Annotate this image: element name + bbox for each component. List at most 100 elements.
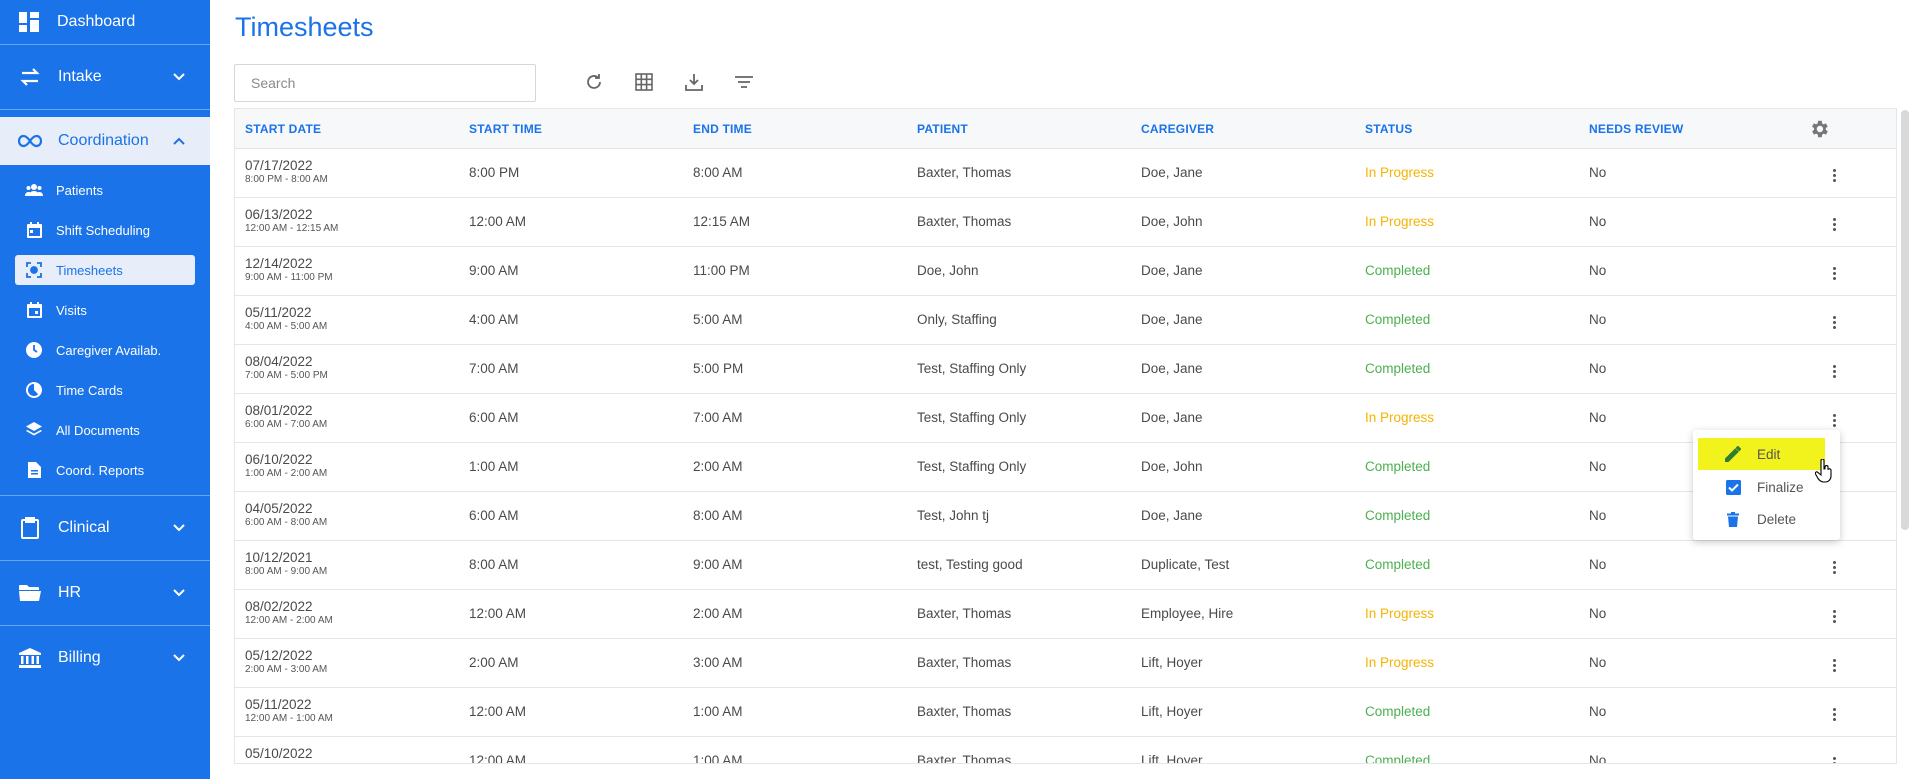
cell-caregiver: Doe, Jane xyxy=(1141,508,1203,523)
cell-caregiver: Lift, Hoyer xyxy=(1141,655,1203,670)
cell-start-date: 08/01/2022 6:00 AM - 7:00 AM xyxy=(245,403,327,430)
column-header-patient[interactable]: PATIENT xyxy=(917,122,968,136)
column-header-start-time[interactable]: START TIME xyxy=(469,122,542,136)
cell-status: Completed xyxy=(1365,263,1431,278)
more-options-icon[interactable] xyxy=(1826,655,1842,675)
cell-status: In Progress xyxy=(1365,606,1435,621)
sidebar-item-shift-scheduling[interactable]: Shift Scheduling xyxy=(15,215,195,245)
cell-patient: Baxter, Thomas xyxy=(917,753,1012,764)
cell-end-time: 1:00 AM xyxy=(693,704,743,719)
table-row[interactable]: 05/11/2022 12:00 AM - 1:00 AM 12:00 AM 1:00… xyxy=(235,688,1896,737)
start-date: 04/05/2022 xyxy=(245,501,313,516)
table-row[interactable]: 04/05/2022 6:00 AM - 8:00 AM 6:00 AM 8:00 A… xyxy=(235,492,1896,541)
trash-icon xyxy=(1723,509,1743,529)
table-row[interactable]: 06/10/2022 1:00 AM - 2:00 AM 1:00 AM 2:00 A… xyxy=(235,443,1896,492)
table-row[interactable]: 08/01/2022 6:00 AM - 7:00 AM 6:00 AM 7:00 A… xyxy=(235,394,1896,443)
more-options-icon[interactable] xyxy=(1826,753,1842,763)
more-options-icon[interactable] xyxy=(1826,557,1842,577)
more-options-icon[interactable] xyxy=(1826,410,1842,430)
table-row[interactable]: 07/17/2022 8:00 PM - 8:00 AM 8:00 PM 8:00 A… xyxy=(235,149,1896,198)
cell-start-time: 6:00 AM xyxy=(469,410,519,425)
column-header-end-time[interactable]: END TIME xyxy=(693,122,752,136)
cell-start-time: 12:00 AM xyxy=(469,606,527,621)
cell-end-time: 3:00 AM xyxy=(693,655,743,670)
sidebar-item-label: Shift Scheduling xyxy=(56,222,150,238)
nav-coordination[interactable]: Coordination xyxy=(0,117,210,165)
cell-start-time: 8:00 PM xyxy=(469,165,520,180)
column-header-caregiver[interactable]: CAREGIVER xyxy=(1141,122,1214,136)
divider xyxy=(0,109,210,110)
more-options-icon[interactable] xyxy=(1826,263,1842,283)
cell-caregiver: Lift, Hoyer xyxy=(1141,753,1203,764)
cell-caregiver: Doe, Jane xyxy=(1141,263,1203,278)
calendar-icon xyxy=(25,221,43,239)
sidebar-item-caregiver-availability[interactable]: Caregiver Availab. xyxy=(15,335,195,365)
start-date: 05/12/2022 xyxy=(245,648,313,663)
pencil-icon xyxy=(1723,444,1743,464)
more-options-icon[interactable] xyxy=(1826,704,1842,724)
menu-item-delete[interactable]: Delete xyxy=(1693,503,1840,535)
cell-patient: Test, John tj xyxy=(917,508,990,523)
cell-start-date: 05/12/2022 2:00 AM - 3:00 AM xyxy=(245,648,327,675)
cell-caregiver: Doe, Jane xyxy=(1141,361,1203,376)
column-header-status[interactable]: STATUS xyxy=(1365,122,1412,136)
cell-needs-review: No xyxy=(1589,312,1607,327)
nav-coordination-label: Coordination xyxy=(58,132,149,149)
nav-dashboard[interactable]: Dashboard xyxy=(0,0,210,44)
table-row[interactable]: 05/12/2022 2:00 AM - 3:00 AM 2:00 AM 3:00 A… xyxy=(235,639,1896,688)
nav-hr[interactable]: HR xyxy=(0,561,210,625)
table-row[interactable]: 08/02/2022 12:00 AM - 2:00 AM 12:00 AM 2:00… xyxy=(235,590,1896,639)
nav-intake[interactable]: Intake xyxy=(0,45,210,109)
time-range: 4:00 AM - 5:00 AM xyxy=(245,321,328,332)
cell-status: Completed xyxy=(1365,753,1431,764)
table-row[interactable]: 08/04/2022 7:00 AM - 5:00 PM 7:00 AM 5:00 P… xyxy=(235,345,1896,394)
cell-start-time: 7:00 AM xyxy=(469,361,519,376)
download-icon xyxy=(685,73,703,96)
cell-start-date: 08/04/2022 7:00 AM - 5:00 PM xyxy=(245,354,328,381)
cell-caregiver: Doe, John xyxy=(1141,214,1203,229)
more-options-icon[interactable] xyxy=(1826,214,1842,234)
cell-patient: Baxter, Thomas xyxy=(917,165,1012,180)
more-options-icon[interactable] xyxy=(1826,606,1842,626)
cell-caregiver: Employee, Hire xyxy=(1141,606,1234,621)
more-options-icon[interactable] xyxy=(1826,361,1842,381)
cell-patient: Baxter, Thomas xyxy=(917,655,1012,670)
sidebar-item-time-cards[interactable]: Time Cards xyxy=(15,375,195,405)
download-button[interactable] xyxy=(682,72,706,96)
start-date: 12/14/2022 xyxy=(245,256,313,271)
column-header-needs-review[interactable]: NEEDS REVIEW xyxy=(1589,122,1683,136)
calendar-check-icon xyxy=(25,301,43,319)
refresh-button[interactable] xyxy=(582,72,606,96)
column-header-start-date[interactable]: START DATE xyxy=(245,122,321,136)
time-range: 12:00 AM - 1:00 AM xyxy=(245,713,333,724)
nav-billing[interactable]: Billing xyxy=(0,626,210,690)
vertical-scrollbar[interactable] xyxy=(1901,110,1909,530)
more-options-icon[interactable] xyxy=(1826,312,1842,332)
start-date: 05/11/2022 xyxy=(245,305,312,320)
grid-view-button[interactable] xyxy=(632,72,656,96)
sidebar-item-all-documents[interactable]: All Documents xyxy=(15,415,195,445)
sidebar-item-visits[interactable]: Visits xyxy=(15,295,195,325)
more-options-icon[interactable] xyxy=(1826,165,1842,185)
table-row[interactable]: 12/14/2022 9:00 AM - 11:00 PM 9:00 AM 11:00… xyxy=(235,247,1896,296)
table-row[interactable]: 05/11/2022 4:00 AM - 5:00 AM 4:00 AM 5:00 A… xyxy=(235,296,1896,345)
cell-start-date: 07/17/2022 8:00 PM - 8:00 AM xyxy=(245,158,328,185)
refresh-icon xyxy=(585,73,603,96)
cell-start-time: 4:00 AM xyxy=(469,312,519,327)
sidebar-item-coord-reports[interactable]: Coord. Reports xyxy=(15,455,195,485)
sidebar-item-timesheets[interactable]: Timesheets xyxy=(15,255,195,285)
filter-button[interactable] xyxy=(732,72,756,96)
table-row[interactable]: 10/12/2021 8:00 AM - 9:00 AM 8:00 AM 9:00 A… xyxy=(235,541,1896,590)
menu-item-edit[interactable]: Edit xyxy=(1698,438,1825,470)
search-input[interactable] xyxy=(234,64,536,102)
cell-end-time: 12:15 AM xyxy=(693,214,751,229)
nav-clinical[interactable]: Clinical xyxy=(0,496,210,560)
table-row[interactable]: 06/13/2022 12:00 AM - 12:15 AM 12:00 AM 12:… xyxy=(235,198,1896,247)
sidebar-item-patients[interactable]: Patients xyxy=(15,175,195,205)
cell-start-date: 05/11/2022 4:00 AM - 5:00 AM xyxy=(245,305,327,332)
cell-caregiver: Doe, Jane xyxy=(1141,312,1203,327)
checkbox-icon xyxy=(1723,477,1743,497)
nav-dashboard-label: Dashboard xyxy=(57,13,136,30)
table-row[interactable]: 05/10/2022 12:00 AM 1:00 AM Baxter, Thomas L… xyxy=(235,737,1896,764)
gear-icon[interactable] xyxy=(1808,118,1830,145)
